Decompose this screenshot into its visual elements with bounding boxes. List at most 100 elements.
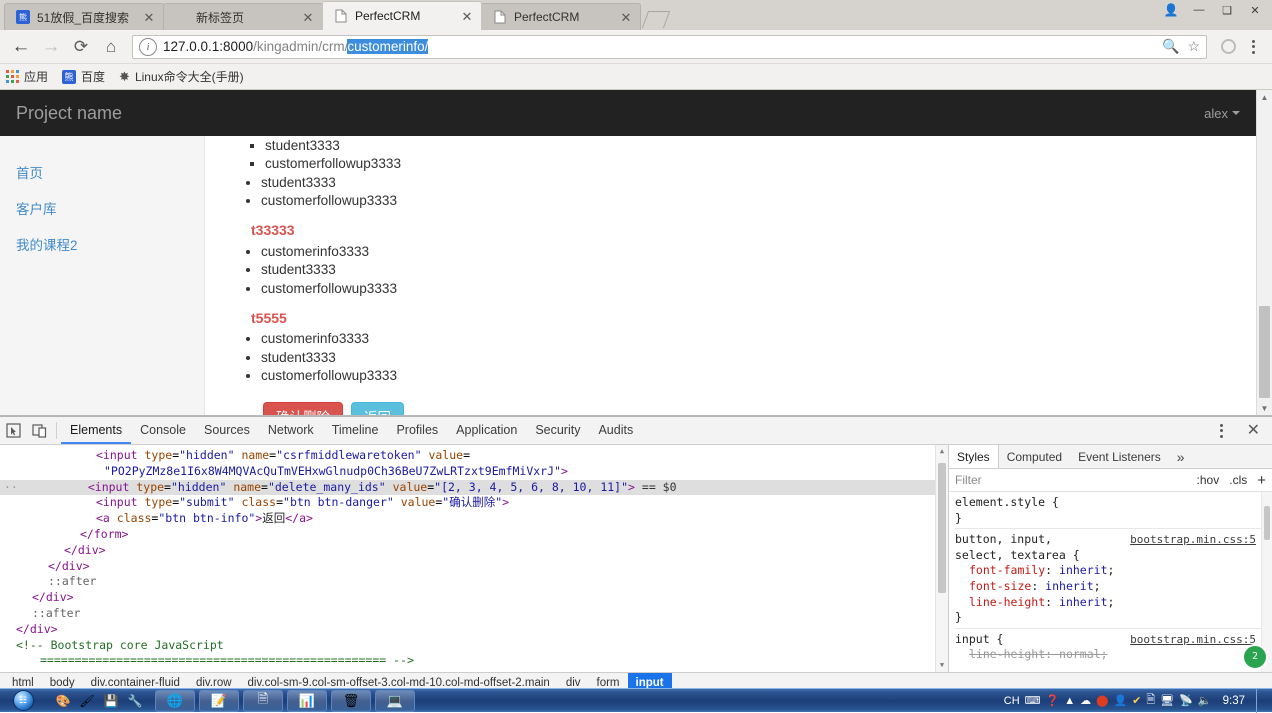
dom-line[interactable]: <input type="hidden" name="csrfmiddlewar…	[0, 448, 948, 464]
dom-line[interactable]: </div>	[0, 559, 948, 575]
paint-icon[interactable]: 🎨	[52, 691, 74, 711]
pc-icon[interactable]: 💻	[375, 689, 415, 712]
css-declaration[interactable]: font-family: inherit;	[955, 563, 1272, 579]
css-declaration[interactable]: font-size: inherit;	[955, 579, 1272, 595]
device-toolbar-icon[interactable]	[26, 417, 52, 444]
start-button[interactable]: ☷	[0, 689, 46, 713]
scrollbar-thumb[interactable]	[938, 463, 946, 593]
info-icon[interactable]: i	[139, 37, 157, 56]
maximize-icon[interactable]: ❑	[1214, 1, 1240, 19]
tab-application[interactable]: Application	[447, 417, 526, 444]
browser-tab[interactable]: PerfectCRM ✕	[481, 3, 641, 30]
dom-tree[interactable]: <input type="hidden" name="csrfmiddlewar…	[0, 445, 948, 672]
tab-sources[interactable]: Sources	[195, 417, 259, 444]
browser-tab[interactable]: 新标签页 ✕	[163, 3, 323, 30]
powerpoint-icon[interactable]: 📊	[287, 689, 327, 712]
tool-icon[interactable]: 🔧	[124, 691, 146, 711]
copy-icon[interactable]: 🗎	[1146, 691, 1155, 710]
dom-line[interactable]: "PO2PyZMz8e1I6x8W4MQVAcQuTmVEHxwGlnudp0C…	[0, 464, 948, 480]
hov-toggle[interactable]: :hov	[1197, 473, 1220, 487]
dom-line[interactable]: <!-- Bootstrap core JavaScript	[0, 638, 948, 654]
close-icon[interactable]: ✕	[618, 9, 634, 25]
dom-line[interactable]: ::after	[0, 574, 948, 590]
person-icon[interactable]: 👤	[1158, 1, 1184, 19]
css-rule[interactable]: bootstrap.min.css:5 button, input, selec…	[955, 532, 1272, 629]
user-icon[interactable]: 👤	[1113, 694, 1127, 707]
tab-elements[interactable]: Elements	[61, 417, 132, 444]
forward-icon[interactable]: →	[38, 34, 64, 60]
sidebar-item-my-courses[interactable]: 我的课程2	[0, 226, 204, 262]
close-icon[interactable]: ✕	[1235, 422, 1272, 439]
tab-event-listeners[interactable]: Event Listeners	[1070, 445, 1169, 468]
cloud-icon[interactable]: ☁	[1080, 694, 1091, 707]
inspect-element-icon[interactable]	[0, 417, 26, 444]
kebab-menu-icon[interactable]	[1208, 423, 1235, 438]
dom-line-selected[interactable]: ·· <input type="hidden" name="delete_many…	[0, 479, 948, 496]
styles-rules[interactable]: element.style { } bootstrap.min.css:5 bu…	[949, 492, 1272, 672]
show-desktop-button[interactable]	[1256, 688, 1266, 713]
close-icon[interactable]: ✕	[1242, 1, 1268, 19]
user-menu[interactable]: alex	[1204, 106, 1256, 121]
red-dot-icon[interactable]: ⬤	[1096, 694, 1108, 707]
css-source-link[interactable]: bootstrap.min.css:5	[1130, 532, 1256, 548]
shield-icon[interactable]: ✔	[1132, 694, 1141, 707]
css-rule[interactable]: element.style { }	[955, 495, 1272, 530]
close-icon[interactable]: ✕	[141, 9, 157, 25]
network-icon[interactable]: 📡	[1179, 694, 1193, 707]
dom-line[interactable]: ========================================…	[0, 653, 948, 669]
dom-line[interactable]: </form>	[0, 527, 948, 543]
close-icon[interactable]: ✕	[459, 8, 475, 24]
reload-icon[interactable]: ⟳	[68, 34, 94, 60]
dom-line[interactable]: <input type="submit" class="btn btn-dang…	[0, 495, 948, 511]
tab-security[interactable]: Security	[526, 417, 589, 444]
bookmark-apps[interactable]: 应用	[6, 68, 48, 85]
scroll-down-icon[interactable]: ▼	[1257, 401, 1272, 415]
dom-line[interactable]: <a class="btn btn-info">返回</a>	[0, 511, 948, 527]
bookmark-baidu[interactable]: 熊 百度	[62, 68, 105, 85]
tab-computed[interactable]: Computed	[999, 445, 1070, 468]
sidebar-item-home[interactable]: 首页	[0, 154, 204, 190]
browser-tab[interactable]: 熊 51放假_百度搜索 ✕	[4, 3, 164, 30]
tab-network[interactable]: Network	[259, 417, 323, 444]
profile-circle-icon[interactable]	[1215, 34, 1241, 60]
close-icon[interactable]: ✕	[300, 9, 316, 25]
dom-scrollbar[interactable]: ▲ ▼	[935, 445, 948, 672]
styles-scrollbar[interactable]	[1261, 492, 1272, 672]
clock[interactable]: 9:37	[1217, 695, 1251, 707]
css-rule[interactable]: bootstrap.min.css:5 input { line-height:…	[955, 632, 1272, 665]
tab-console[interactable]: Console	[131, 417, 195, 444]
minimize-icon[interactable]: —	[1186, 1, 1212, 19]
screen-icon[interactable]: 🖥	[1160, 694, 1174, 707]
tab-audits[interactable]: Audits	[589, 417, 642, 444]
sidebar-item-customers[interactable]: 客户库	[0, 190, 204, 226]
language-indicator[interactable]: CH	[1004, 695, 1020, 707]
dom-line[interactable]: </div>	[0, 590, 948, 606]
home-icon[interactable]: ⌂	[98, 34, 124, 60]
media-icon[interactable]: 🖌	[76, 691, 98, 711]
css-declaration-overridden[interactable]: line-height: normal;	[955, 647, 1272, 663]
bookmark-star-icon[interactable]: ☆	[1187, 38, 1200, 55]
volume-icon[interactable]: 🔈	[1198, 694, 1212, 707]
save-icon[interactable]: 💾	[100, 691, 122, 711]
kebab-menu-icon[interactable]	[1243, 36, 1264, 58]
scrollbar-thumb[interactable]	[1259, 306, 1270, 398]
css-source-link[interactable]: bootstrap.min.css:5	[1130, 632, 1256, 648]
keyboard-icon[interactable]: ⌨	[1025, 694, 1041, 707]
address-bar[interactable]: i 127.0.0.1:8000/kingadmin/crm/customeri…	[132, 34, 1207, 59]
filter-input[interactable]: Filter	[955, 473, 1187, 487]
scroll-down-icon[interactable]: ▼	[936, 659, 948, 672]
word-icon[interactable]: 🗎	[243, 689, 283, 712]
dom-line[interactable]: </div>	[0, 543, 948, 559]
bookmark-linux[interactable]: ✸ Linux命令大全(手册)	[119, 68, 244, 85]
add-rule-button[interactable]: +	[1257, 473, 1266, 488]
cls-toggle[interactable]: .cls	[1229, 473, 1247, 487]
zoom-out-icon[interactable]: 🔍	[1162, 38, 1179, 55]
new-tab-button[interactable]	[642, 9, 672, 29]
back-icon[interactable]: ←	[8, 34, 34, 60]
tab-styles[interactable]: Styles	[948, 445, 999, 468]
notepad-icon[interactable]: 📝	[199, 689, 239, 712]
back-button[interactable]: 返回	[351, 402, 404, 415]
chrome-icon[interactable]: 🌐	[155, 689, 195, 712]
recycle-icon[interactable]: 🗑	[331, 689, 371, 712]
confirm-delete-button[interactable]: 确认删除	[263, 402, 343, 415]
